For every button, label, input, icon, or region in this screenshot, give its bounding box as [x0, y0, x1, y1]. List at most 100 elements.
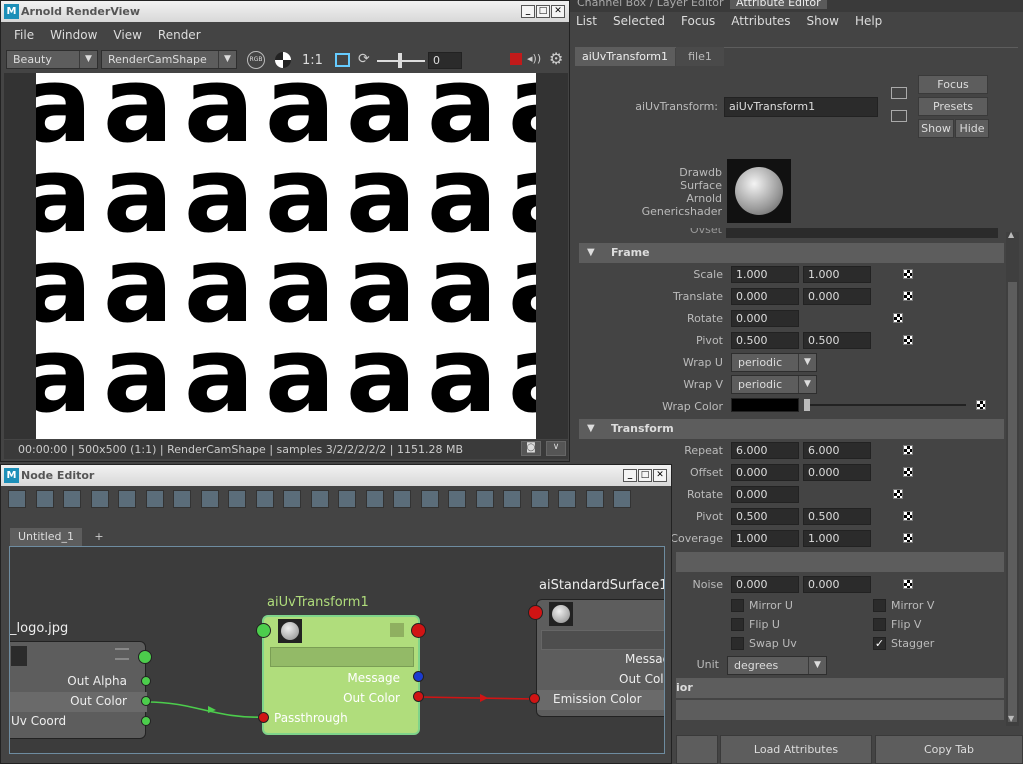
- scrollbar-thumb[interactable]: [1008, 282, 1017, 722]
- scale-u-field[interactable]: 1.000: [731, 266, 799, 283]
- menu-file[interactable]: File: [14, 28, 34, 42]
- connected-mode-icon[interactable]: [283, 490, 301, 508]
- flip-u-checkbox[interactable]: [731, 618, 744, 631]
- tab-untitled-1[interactable]: Untitled_1: [10, 528, 82, 546]
- input-node-icon[interactable]: [891, 87, 907, 99]
- ratio-button[interactable]: 1:1: [302, 53, 323, 68]
- map-button-icon[interactable]: [893, 489, 903, 499]
- copy-tab-button[interactable]: Copy Tab: [875, 735, 1023, 764]
- map-button-icon[interactable]: [903, 533, 913, 543]
- translate-v-field[interactable]: 0.000: [803, 288, 871, 305]
- map-button-icon[interactable]: [903, 291, 913, 301]
- uv-main-output-port[interactable]: [411, 623, 426, 638]
- ipr-wave-icon[interactable]: ◂)): [527, 52, 541, 65]
- search-icon[interactable]: [365, 490, 384, 508]
- map-button-icon[interactable]: [903, 467, 913, 477]
- mirror-u-checkbox[interactable]: [731, 599, 744, 612]
- offset-v-field[interactable]: 0.000: [803, 464, 871, 481]
- aistandardsurface-node[interactable]: Message Out Color Emission Color: [536, 599, 664, 717]
- uv-coord-port[interactable]: [141, 716, 151, 726]
- hide-button[interactable]: Hide: [955, 119, 989, 138]
- attribute-scrollbar[interactable]: ▲ ▼: [1006, 230, 1019, 726]
- pin-icon[interactable]: [420, 490, 439, 508]
- scroll-up-icon[interactable]: ▲: [1008, 230, 1014, 239]
- map-button-icon[interactable]: [903, 445, 913, 455]
- close-icon[interactable]: ✕: [653, 469, 667, 482]
- map-button-icon[interactable]: [903, 579, 913, 589]
- select-button[interactable]: [676, 735, 718, 764]
- presets-button[interactable]: Presets: [918, 97, 988, 116]
- file-node[interactable]: Out Alpha Out Color Uv Coord: [10, 641, 147, 739]
- add-node-icon[interactable]: [8, 490, 26, 508]
- minimize-icon[interactable]: _: [521, 5, 535, 18]
- map-button-icon[interactable]: [903, 335, 913, 345]
- menu-show[interactable]: Show: [807, 14, 839, 28]
- uv-out-color-port[interactable]: [413, 691, 424, 702]
- repeat-v-field[interactable]: 6.000: [803, 442, 871, 459]
- transform-section-header[interactable]: ▼ Transform: [579, 419, 1004, 439]
- node-menu-icon[interactable]: [390, 623, 404, 637]
- menu-view[interactable]: View: [113, 28, 141, 42]
- partial-section-header[interactable]: ior: [676, 678, 1004, 698]
- extra-icon[interactable]: [613, 490, 631, 508]
- frame-all-icon[interactable]: [173, 490, 191, 508]
- out-color-port[interactable]: [141, 696, 151, 706]
- material-swatch[interactable]: [727, 159, 791, 223]
- wrap-color-swatch[interactable]: [731, 398, 799, 412]
- render-all-icon[interactable]: [558, 490, 576, 508]
- snapshot-camera-icon[interactable]: ◙: [521, 441, 541, 456]
- edit-icon[interactable]: [448, 490, 466, 508]
- refresh-icon[interactable]: ⟳: [358, 51, 370, 67]
- passthrough-port[interactable]: [258, 712, 269, 723]
- stop-render-icon[interactable]: [510, 53, 522, 65]
- menu-focus[interactable]: Focus: [681, 14, 715, 28]
- output-node-icon[interactable]: [891, 110, 907, 122]
- unit-dropdown[interactable]: degrees ▼: [727, 656, 827, 675]
- transform-pivot-u-field[interactable]: 0.500: [731, 508, 799, 525]
- wrap-color-slider-track[interactable]: [808, 404, 966, 406]
- swatch-toggle-icon[interactable]: [393, 490, 411, 508]
- scroll-down-icon[interactable]: ▼: [1008, 714, 1014, 723]
- menu-help[interactable]: Help: [855, 14, 882, 28]
- pivot-v-field[interactable]: 0.500: [803, 332, 871, 349]
- exposure-field[interactable]: 0: [428, 52, 462, 69]
- mirror-v-checkbox[interactable]: [873, 599, 886, 612]
- wrap-v-dropdown[interactable]: periodic ▼: [731, 375, 817, 394]
- node-name-field[interactable]: aiUvTransform1: [724, 97, 878, 117]
- simple-mode-icon[interactable]: [255, 490, 274, 508]
- menu-attributes[interactable]: Attributes: [731, 14, 790, 28]
- map-button-icon[interactable]: [976, 400, 986, 410]
- emission-color-port[interactable]: [529, 693, 540, 704]
- close-icon[interactable]: ✕: [551, 5, 565, 18]
- collapsed-section-bar[interactable]: [676, 700, 1004, 720]
- back-icon[interactable]: [475, 490, 494, 508]
- exposure-icon[interactable]: [275, 52, 291, 68]
- map-button-icon[interactable]: [903, 269, 913, 279]
- input-connections-icon[interactable]: [63, 490, 81, 508]
- wrap-u-dropdown[interactable]: periodic ▼: [731, 353, 817, 372]
- frame-selected-icon[interactable]: [145, 490, 164, 508]
- render-viewport[interactable]: aaaaaaaaaaaaaaaaaaaaaaaaaaaa: [4, 73, 568, 439]
- map-button-icon[interactable]: [903, 511, 913, 521]
- tab-channel-box[interactable]: Channel Box / Layer Editor: [577, 0, 724, 9]
- layout-icon[interactable]: [200, 490, 219, 508]
- menu-selected[interactable]: Selected: [613, 14, 665, 28]
- graph-icon[interactable]: [228, 490, 246, 508]
- aiuvtransform-node[interactable]: Message Out Color Passthrough: [262, 615, 420, 735]
- exposure-slider-handle[interactable]: [398, 53, 402, 68]
- coverage-u-field[interactable]: 1.000: [731, 530, 799, 547]
- offset-u-field[interactable]: 0.000: [731, 464, 799, 481]
- stagger-checkbox[interactable]: ✓: [873, 637, 886, 650]
- full-mode-icon[interactable]: [310, 490, 329, 508]
- forward-icon[interactable]: [503, 490, 521, 508]
- focus-button[interactable]: Focus: [918, 75, 988, 94]
- menu-window[interactable]: Window: [50, 28, 97, 42]
- frame-section-header[interactable]: ▼ Frame: [579, 243, 1004, 263]
- chevron-down-icon[interactable]: ∨: [546, 441, 566, 456]
- aov-dropdown[interactable]: Beauty ▼: [6, 50, 98, 69]
- noise-u-field[interactable]: 0.000: [731, 576, 799, 593]
- menu-list[interactable]: List: [576, 14, 597, 28]
- custom-mode-icon[interactable]: [338, 490, 356, 508]
- tab-file1[interactable]: file1: [676, 47, 724, 66]
- map-button-icon[interactable]: [893, 313, 903, 323]
